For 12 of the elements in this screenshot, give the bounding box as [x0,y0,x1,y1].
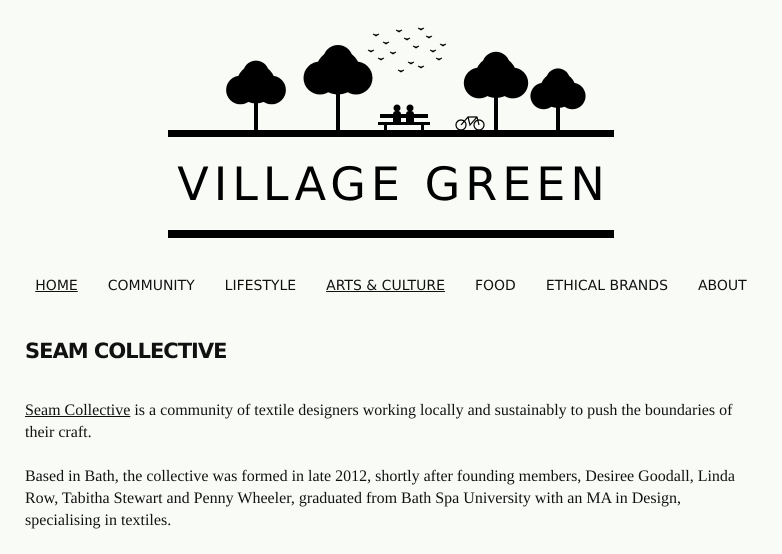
paragraph: Based in Bath, the collective was formed in late 2012, shortly after founding members, Desiree Goodall, Linda Row, Tabitha Stewart and Penny Wheeler, graduated from Bath Spa University with an MA in Design, specialising in textiles. [25,467,736,531]
nav-link[interactable]: LIFESTYLE [224,278,296,294]
logo-title: VILLAGE GREEN [176,161,611,207]
paragraph: Seam Collective is a community of textile designers working locally and sustainably to push the boundaries of their craft. [25,401,734,443]
nav-link[interactable]: COMMUNITY [108,278,195,294]
text-link[interactable]: Seam Collective [25,402,130,419]
nav-link[interactable]: FOOD [474,278,516,294]
nav-link[interactable]: ETHICAL BRANDS [546,278,668,294]
article-heading: SEAM COLLECTIVE [25,339,228,363]
nav-link[interactable]: ARTS & CULTURE [326,278,445,294]
nav-link[interactable]: ABOUT [698,278,747,294]
nav-link[interactable]: HOME [35,278,78,294]
